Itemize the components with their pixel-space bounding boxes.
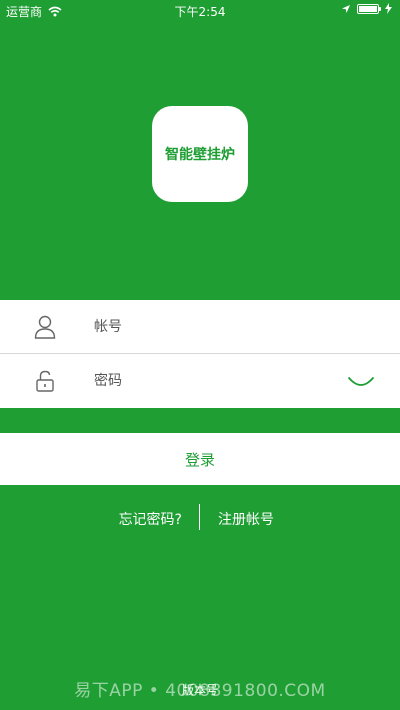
login-button[interactable]: 登录 <box>0 433 400 485</box>
password-input[interactable] <box>94 369 334 393</box>
login-form <box>0 300 400 408</box>
link-separator <box>199 504 200 530</box>
user-icon <box>34 315 56 339</box>
account-input[interactable] <box>94 315 334 339</box>
loading-spinner-icon <box>348 377 374 386</box>
location-arrow-icon <box>342 4 350 13</box>
register-link[interactable]: 注册帐号 <box>218 509 274 529</box>
forgot-password-link[interactable]: 忘记密码? <box>119 509 182 529</box>
battery-icon <box>357 3 381 14</box>
status-right <box>341 3 392 14</box>
status-time: 下午2:54 <box>174 5 226 19</box>
account-row <box>0 300 400 354</box>
charging-icon <box>385 3 392 14</box>
status-bar: 运营商 下午2:54 <box>0 0 400 20</box>
app-logo: 智能壁挂炉 <box>152 106 248 202</box>
logo-text: 智能壁挂炉 <box>165 147 235 163</box>
lock-icon <box>36 370 54 392</box>
watermark: 易下APP • 4008891800.COM <box>74 681 326 701</box>
password-row <box>0 354 400 408</box>
auth-links: 忘记密码? 注册帐号 <box>0 503 400 531</box>
